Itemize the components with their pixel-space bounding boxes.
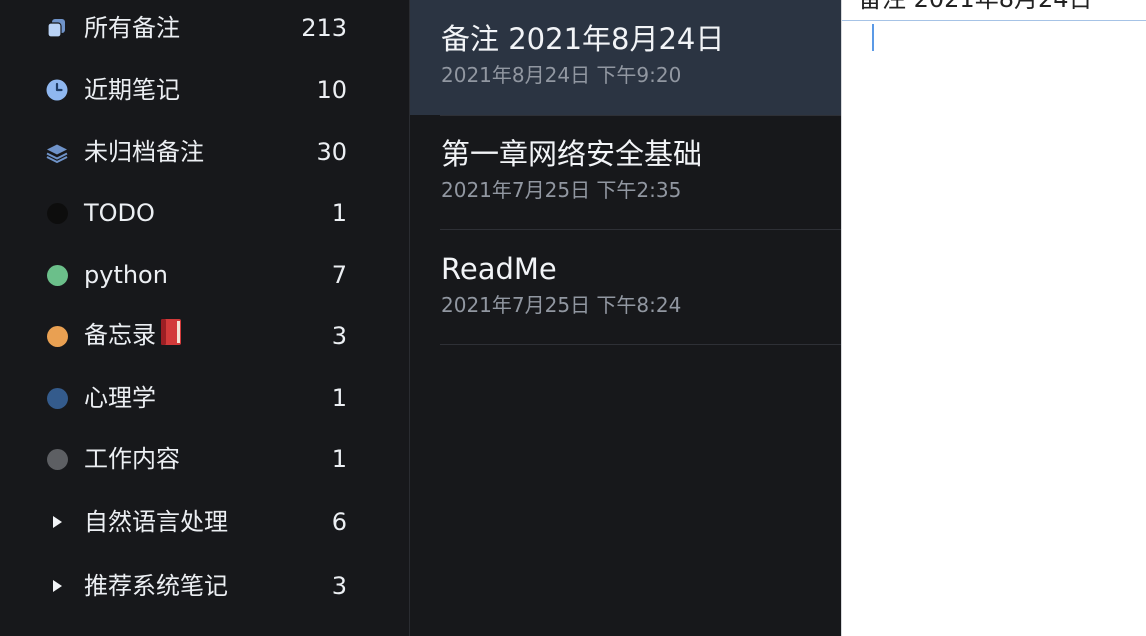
editor-title: 备注 2021年8月24日 [858,0,1093,15]
sidebar-item-folder-recsys[interactable]: 推荐系统笔记 3 [0,560,409,612]
divider [440,344,841,345]
sidebar-item-tag-memo[interactable]: 备忘录 3 [0,310,409,362]
editor-body[interactable] [872,24,1136,626]
note-list-item-selected[interactable]: 备注 2021年8月24日 2021年8月24日 下午9:20 [410,0,841,115]
sidebar-item-tag-todo[interactable]: TODO 1 [0,187,409,239]
sidebar-item-tag-work[interactable]: 工作内容 1 [0,433,409,485]
sidebar-item-count: 7 [331,261,347,289]
sidebar-item-count: 6 [331,508,347,536]
sidebar-item-count: 1 [331,384,347,412]
sidebar-item-label: 推荐系统笔记 [84,572,228,600]
sidebar-item-tag-psychology[interactable]: 心理学 1 [0,372,409,424]
note-list-item[interactable]: 第一章网络安全基础 2021年7月25日 下午2:35 [410,115,841,230]
sidebar-item-label: 近期笔记 [84,76,180,104]
sidebar-item-label-wrap: 备忘录 [84,318,182,352]
tag-dot-orange-icon [46,325,68,347]
tag-dot-blue-icon [46,387,68,409]
note-list-item[interactable]: ReadMe 2021年7月25日 下午8:24 [410,230,841,345]
sidebar-item-count: 3 [331,322,347,350]
sidebar-item-label: TODO [84,199,155,227]
clock-icon [46,79,68,101]
sidebar-item-label: 所有备注 [84,14,180,42]
sidebar-item-label: 心理学 [84,384,156,412]
sidebar-item-unfiled-notes[interactable]: 未归档备注 30 [0,126,409,178]
sidebar: 所有备注 213 近期笔记 10 未归档备注 30 TODO 1 python … [0,0,410,636]
disclosure-triangle-icon[interactable] [46,575,68,597]
sidebar-item-all-notes[interactable]: 所有备注 213 [0,2,409,54]
note-list: 备注 2021年8月24日 2021年8月24日 下午9:20 第一章网络安全基… [410,0,841,636]
note-title: 备注 2021年8月24日 [441,22,725,56]
red-book-icon [160,318,182,350]
sidebar-item-count: 1 [331,445,347,473]
sidebar-item-label: 自然语言处理 [84,508,228,536]
sidebar-item-label: python [84,261,168,289]
sidebar-item-count: 30 [316,138,347,166]
tag-dot-black-icon [46,202,68,224]
sidebar-item-label: 备忘录 [84,321,156,349]
sidebar-item-folder-nlp[interactable]: 自然语言处理 6 [0,496,409,548]
note-date: 2021年8月24日 下午9:20 [441,63,682,87]
sidebar-item-label: 未归档备注 [84,138,204,166]
sidebar-item-count: 1 [331,199,347,227]
note-editor[interactable]: 备注 2021年8月24日 [841,0,1146,636]
disclosure-triangle-icon[interactable] [46,511,68,533]
sidebar-item-count: 213 [301,14,347,42]
editor-title-bar: 备注 2021年8月24日 [842,0,1146,21]
divider [440,115,841,116]
notes-app: 所有备注 213 近期笔记 10 未归档备注 30 TODO 1 python … [0,0,1146,636]
tag-dot-green-icon [46,264,68,286]
sidebar-item-recent-notes[interactable]: 近期笔记 10 [0,64,409,116]
sidebar-item-count: 3 [331,572,347,600]
note-title: ReadMe [441,252,557,286]
note-date: 2021年7月25日 下午8:24 [441,293,682,317]
note-date: 2021年7月25日 下午2:35 [441,178,682,202]
layers-icon [46,141,68,163]
tag-dot-gray-icon [46,448,68,470]
notes-stack-icon [46,17,68,39]
sidebar-item-tag-python[interactable]: python 7 [0,249,409,301]
note-title: 第一章网络安全基础 [441,137,703,171]
sidebar-item-label: 工作内容 [84,445,180,473]
sidebar-item-count: 10 [316,76,347,104]
